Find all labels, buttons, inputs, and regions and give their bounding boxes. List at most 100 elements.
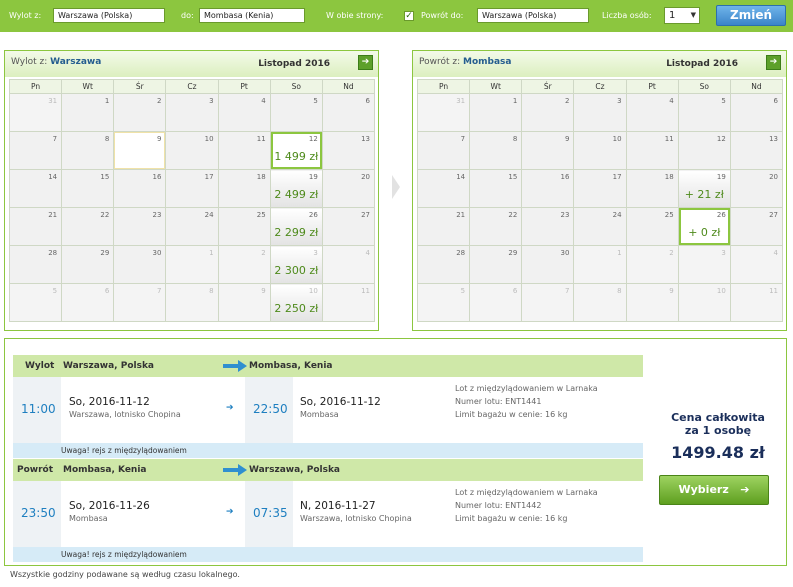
day-number: 5: [52, 287, 58, 295]
day-number: 15: [100, 173, 110, 181]
weekday-header: Śr: [113, 79, 167, 94]
day-number: 4: [669, 97, 674, 105]
calendar-day-with-price[interactable]: 3 2 300 zł: [269, 245, 323, 284]
day-number: 28: [48, 249, 58, 257]
select-button-label: Wybierz: [678, 483, 729, 496]
return-title-city: Mombasa: [463, 57, 512, 67]
day-number: 11: [361, 287, 370, 295]
calendar-day: 20: [321, 169, 376, 208]
return-calendar-title: Powrót z: Mombasa: [419, 57, 511, 67]
calendar-day: 10: [677, 283, 731, 322]
return-calendar-header: Powrót z: Mombasa Listopad 2016 ➔: [413, 51, 786, 77]
day-price: 2 250 zł: [274, 302, 319, 315]
calendar-day: 29: [61, 245, 115, 284]
weekday-header: So: [677, 79, 731, 94]
calendar-day: 1: [61, 93, 115, 132]
calendar-day: 2: [625, 245, 679, 284]
calendar-day: 7: [8, 131, 63, 170]
day-number: 6: [104, 287, 110, 295]
day-number: 3: [721, 249, 726, 257]
day-number: 8: [104, 135, 110, 143]
inbound-stopover-warning: Uwaga! rejs z międzylądowaniem: [13, 547, 643, 562]
to-label: do:: [181, 11, 194, 20]
weekday-header: Wt: [61, 79, 115, 94]
calendar-day: 6: [729, 93, 784, 132]
search-bar: Wylot z: Warszawa (Polska) do: Mombasa (…: [0, 0, 793, 32]
day-number: 3: [209, 97, 214, 105]
change-search-button[interactable]: Zmień: [716, 5, 786, 26]
total-price-label: Cena całkowita: [671, 411, 765, 424]
calendar-day: 1: [573, 245, 627, 284]
day-number: 14: [48, 173, 58, 181]
from-label: Wylot z:: [9, 11, 42, 20]
calendar-day: 15: [61, 169, 115, 208]
day-number: 7: [52, 135, 58, 143]
calendar-day: 29: [469, 245, 523, 284]
calendar-day: 23: [113, 207, 167, 246]
to-input[interactable]: Mombasa (Kenia): [199, 8, 305, 23]
total-price: 1499.48 zł: [671, 443, 765, 462]
calendar-day-with-price[interactable]: 12 1 499 zł: [269, 131, 323, 170]
calendar-day: 25: [217, 207, 271, 246]
calendar-day-with-price[interactable]: 26 2 299 zł: [269, 207, 323, 246]
day-number: 10: [308, 287, 318, 295]
inbound-dep-time: 23:50: [21, 506, 56, 520]
calendar-day: 1: [165, 245, 219, 284]
calendar-day: 11: [729, 283, 784, 322]
calendar-day-with-price[interactable]: 10 2 250 zł: [269, 283, 323, 322]
weekday-header: Nd: [321, 79, 376, 94]
outbound-next-month-arrow-icon[interactable]: ➔: [358, 55, 373, 70]
outbound-stopover-warning: Uwaga! rejs z międzylądowaniem: [13, 443, 643, 458]
calendar-day: 3: [165, 93, 219, 132]
weekday-header: Cz: [573, 79, 627, 94]
day-number: 2: [669, 249, 674, 257]
day-number: 14: [456, 173, 466, 181]
day-price: + 0 zł: [688, 226, 721, 239]
day-number: 9: [564, 135, 570, 143]
weekday-header: Pn: [8, 79, 63, 94]
calendar-day: 22: [469, 207, 523, 246]
day-number: 8: [512, 135, 518, 143]
day-number: 3: [313, 249, 318, 257]
calendar-day: 4: [321, 245, 376, 284]
day-number: 8: [617, 287, 622, 295]
inbound-dep-date: So, 2016-11-26: [69, 500, 150, 512]
day-number: 21: [456, 211, 466, 219]
price-summary: Cena całkowita za 1 osobę 1499.48 zł Wyb…: [653, 347, 783, 557]
calendar-day: 8: [165, 283, 219, 322]
calendar-day: 31: [8, 93, 63, 132]
return-next-month-arrow-icon[interactable]: ➔: [766, 55, 781, 70]
day-number: 22: [100, 211, 110, 219]
day-number: 13: [361, 135, 370, 143]
roundtrip-checkbox[interactable]: ✓: [404, 11, 414, 21]
pax-value: 1: [669, 10, 676, 21]
day-number: 20: [769, 173, 778, 181]
day-number: 10: [612, 135, 622, 143]
from-input[interactable]: Warszawa (Polska): [53, 8, 165, 23]
calendar-day-with-price[interactable]: 26 + 0 zł: [677, 207, 731, 246]
return-input[interactable]: Warszawa (Polska): [477, 8, 589, 23]
day-number: 27: [361, 211, 370, 219]
calendar-day: 16: [521, 169, 575, 208]
calendar-day-with-price[interactable]: 19 + 21 zł: [677, 169, 731, 208]
inbound-arr-time: 07:35: [253, 506, 288, 520]
pax-select[interactable]: 1 ▼: [664, 7, 700, 24]
calendar-day: 4: [625, 93, 679, 132]
segment-arrow-icon: ➔: [226, 507, 234, 517]
weekday-header: Pt: [217, 79, 271, 94]
day-number: 1: [617, 249, 622, 257]
day-number: 4: [261, 97, 266, 105]
day-number: 23: [560, 211, 570, 219]
calendar-day: 17: [573, 169, 627, 208]
weekday-header: Pn: [416, 79, 471, 94]
calendar-day: 28: [416, 245, 471, 284]
select-button[interactable]: Wybierz ➔: [659, 475, 769, 505]
day-number: 13: [769, 135, 778, 143]
segment-arrow-icon: ➔: [226, 403, 234, 413]
calendar-day: 2: [521, 93, 575, 132]
calendar-divider-arrow-icon: [392, 175, 400, 199]
calendar-day: 8: [469, 131, 523, 170]
calendar-day: 8: [61, 131, 115, 170]
calendar-day-with-price[interactable]: 19 2 499 zł: [269, 169, 323, 208]
day-number: 26: [716, 211, 726, 219]
